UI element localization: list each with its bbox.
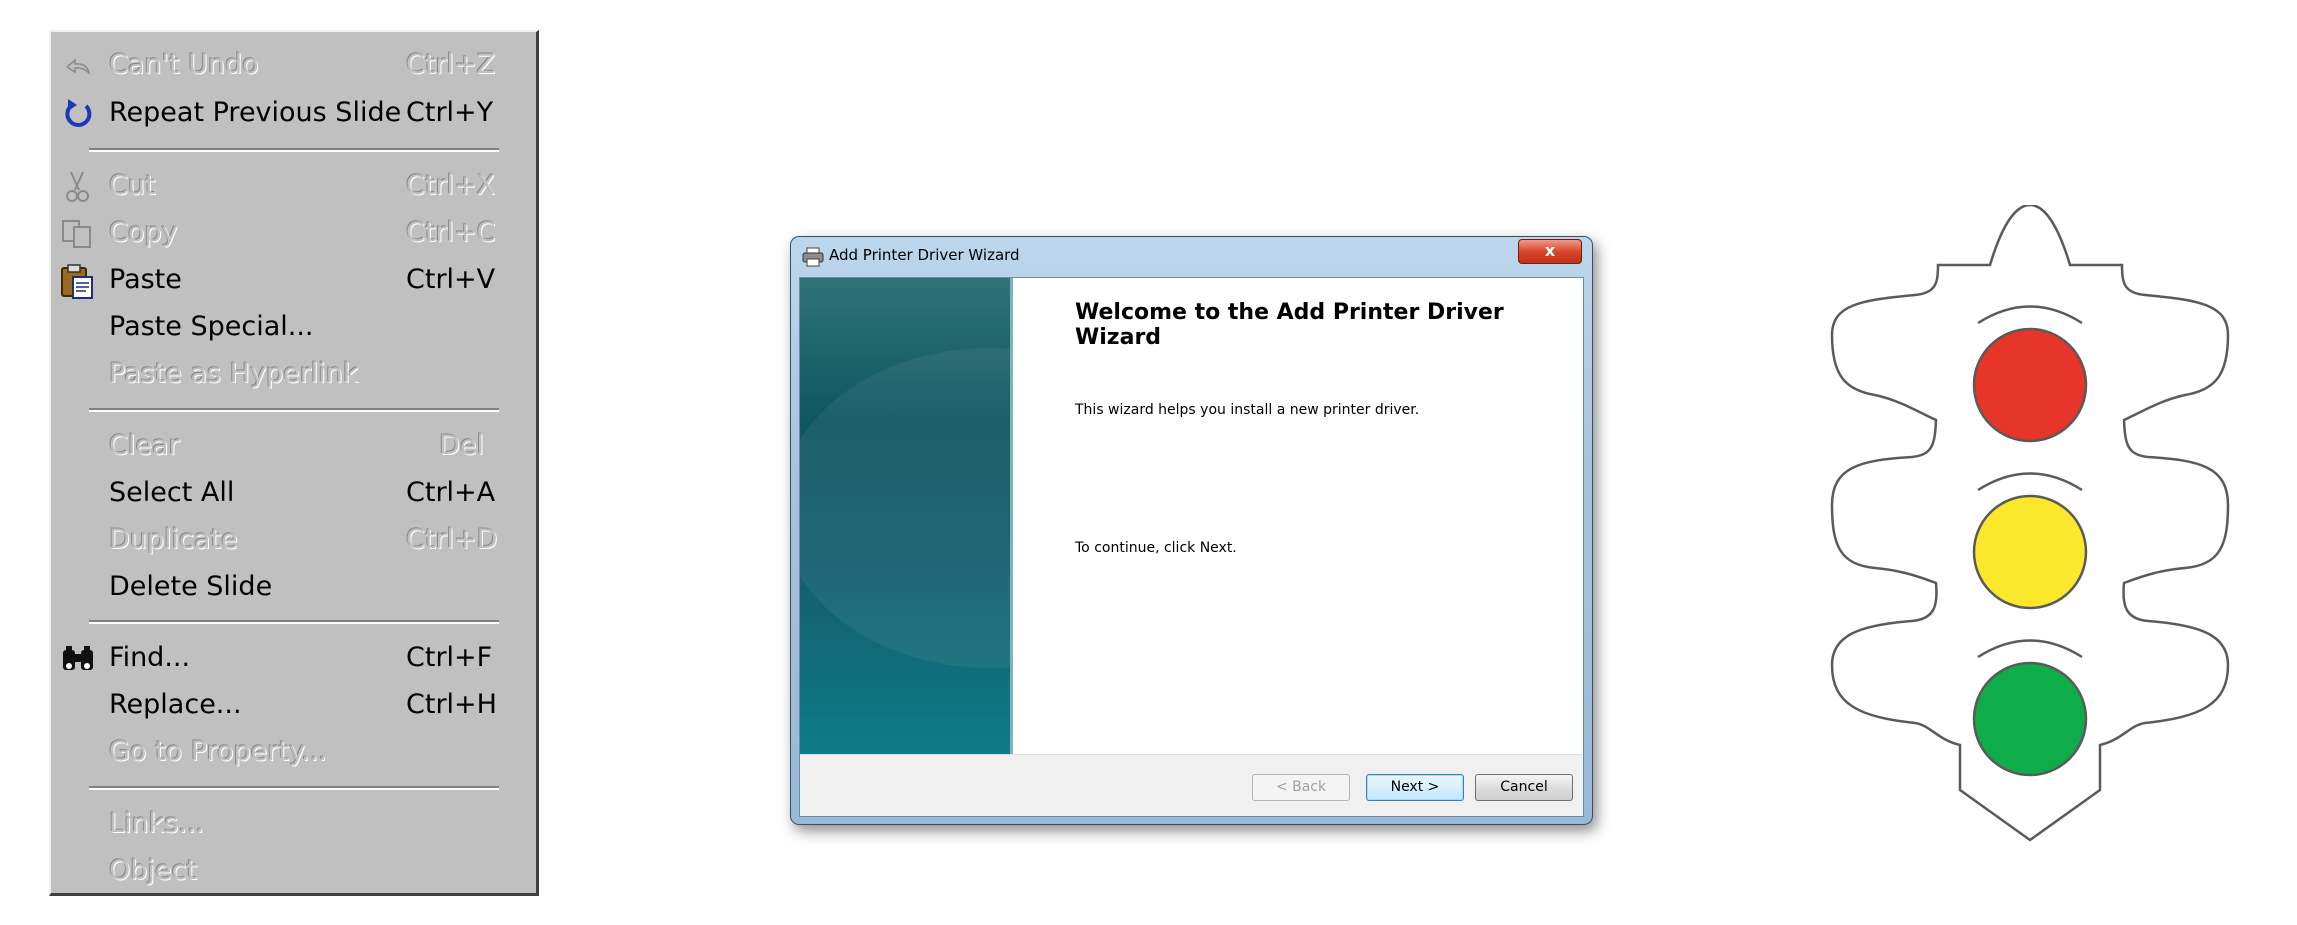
menu-separator <box>89 620 499 624</box>
shortcut-select-all: Ctrl+A <box>406 477 496 508</box>
menu-item-links: Links... <box>51 803 536 847</box>
shortcut-find: Ctrl+F <box>406 642 493 673</box>
menu-label-undo: Can't Undo <box>109 49 259 80</box>
menu-separator <box>89 408 499 412</box>
shortcut-undo: Ctrl+Z <box>406 49 496 80</box>
wizard-intro-text: This wizard helps you install a new prin… <box>1075 402 1420 418</box>
menu-item-duplicate: Duplicate Ctrl+D <box>51 519 536 563</box>
yellow-light <box>1972 494 2088 610</box>
menu-label-repeat: Repeat Previous Slide <box>109 97 402 128</box>
menu-item-undo: Can't Undo Ctrl+Z <box>51 44 536 88</box>
shortcut-repeat: Ctrl+Y <box>406 97 494 128</box>
wizard-content: Welcome to the Add Printer Driver Wizard… <box>799 277 1584 817</box>
back-button: < Back <box>1252 774 1350 801</box>
menu-label-copy: Copy <box>109 217 178 248</box>
banner-edge <box>1010 278 1013 754</box>
menu-item-go-to-property: Go to Property... <box>51 731 536 775</box>
menu-item-select-all[interactable]: Select All Ctrl+A <box>51 472 536 516</box>
menu-item-find[interactable]: Find... Ctrl+F <box>51 637 536 681</box>
menu-item-paste-hyperlink: Paste as Hyperlink <box>51 353 536 397</box>
redo-icon <box>65 99 92 127</box>
cancel-button[interactable]: Cancel <box>1475 774 1573 801</box>
banner-swoosh <box>800 348 1013 668</box>
shortcut-duplicate: Ctrl+D <box>406 524 498 555</box>
menu-item-cut: Cut Ctrl+X <box>51 165 536 209</box>
traffic-light <box>1830 205 2230 842</box>
menu-item-copy: Copy Ctrl+C <box>51 212 536 256</box>
menu-label-select-all: Select All <box>109 477 235 508</box>
undo-icon <box>65 58 91 76</box>
menu-item-delete-slide[interactable]: Delete Slide <box>51 566 536 610</box>
window-title: Add Printer Driver Wizard <box>829 246 1020 264</box>
binoculars-icon <box>63 646 93 670</box>
menu-label-delete-slide: Delete Slide <box>109 571 273 602</box>
menu-label-links: Links... <box>109 808 205 839</box>
menu-label-paste: Paste <box>109 264 182 295</box>
menu-label-go-to-property: Go to Property... <box>109 736 327 767</box>
menu-label-find: Find... <box>109 642 191 673</box>
menu-label-replace: Replace... <box>109 689 242 720</box>
wizard-banner-image <box>800 278 1013 754</box>
menu-label-clear: Clear <box>109 430 180 461</box>
red-light <box>1972 327 2088 443</box>
menu-separator <box>89 786 499 790</box>
green-light <box>1972 661 2088 777</box>
scissors-icon <box>66 171 89 202</box>
menu-item-replace[interactable]: Replace... Ctrl+H <box>51 684 536 728</box>
shortcut-copy: Ctrl+C <box>406 217 496 248</box>
menu-label-object: Object <box>109 855 197 886</box>
close-icon: x <box>1544 241 1556 260</box>
menu-item-paste-special[interactable]: Paste Special... <box>51 306 536 350</box>
clipboard-icon <box>61 264 93 299</box>
shortcut-cut: Ctrl+X <box>406 170 496 201</box>
menu-item-repeat[interactable]: Repeat Previous Slide Ctrl+Y <box>51 92 536 136</box>
copy-icon <box>62 220 91 248</box>
menu-item-paste[interactable]: Paste Ctrl+V <box>51 259 536 303</box>
close-button[interactable]: x <box>1518 239 1582 264</box>
add-printer-driver-wizard: Add Printer Driver Wizard x Welcome to t… <box>790 236 1593 825</box>
menu-label-duplicate: Duplicate <box>109 524 238 555</box>
shortcut-clear: Del <box>439 430 484 461</box>
edit-menu: Can't Undo Ctrl+Z Repeat Previous Slide … <box>49 30 539 896</box>
menu-label-paste-hyperlink: Paste as Hyperlink <box>109 358 359 389</box>
menu-item-clear: Clear Del <box>51 425 536 469</box>
menu-label-cut: Cut <box>109 170 156 201</box>
printer-icon <box>802 247 824 267</box>
menu-label-paste-special: Paste Special... <box>109 311 314 342</box>
menu-item-object: Object <box>51 850 536 894</box>
wizard-heading: Welcome to the Add Printer Driver Wizard <box>1075 300 1504 350</box>
shortcut-paste: Ctrl+V <box>406 264 496 295</box>
menu-separator <box>89 148 499 152</box>
shortcut-replace: Ctrl+H <box>406 689 497 720</box>
next-button[interactable]: Next > <box>1366 774 1464 801</box>
wizard-continue-text: To continue, click Next. <box>1075 540 1237 556</box>
wizard-button-bar: < Back Next > Cancel <box>800 754 1583 816</box>
